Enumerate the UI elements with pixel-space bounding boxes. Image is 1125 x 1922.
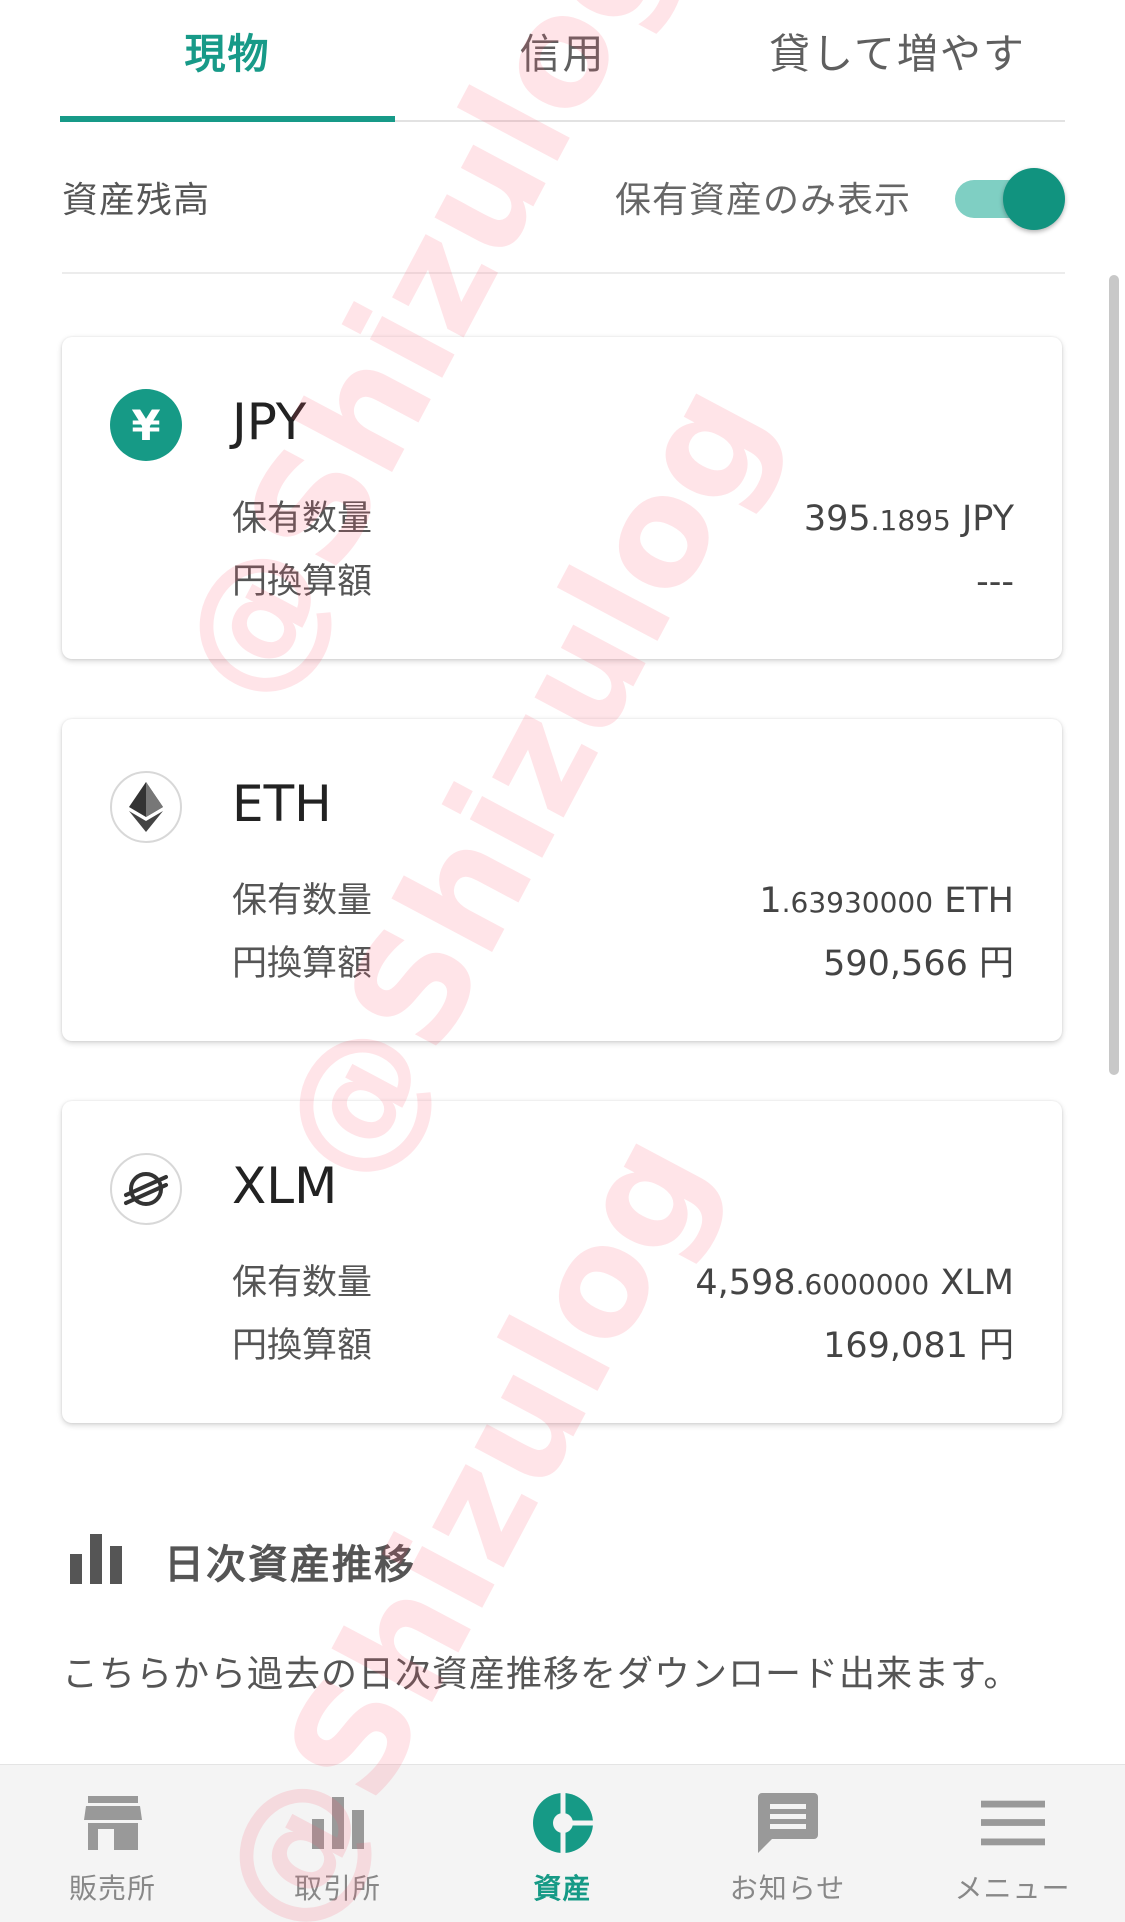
holding-label: 保有数量: [232, 881, 373, 921]
jpy-value-label: 円換算額: [232, 1326, 373, 1366]
holding-unit: ETH: [933, 881, 1014, 921]
yen-icon: ¥: [110, 389, 182, 461]
assets-screen: 現物 信用 貸して増やす 資産残高 保有資産のみ表示 ¥ JPY 保有数量 39…: [0, 0, 1125, 1922]
asset-pie-icon: [531, 1791, 595, 1855]
asset-code: XLM: [232, 1157, 338, 1215]
message-icon: [756, 1791, 820, 1855]
holding-dec: .6000000: [795, 1268, 930, 1301]
nav-label: 販売所: [68, 1872, 156, 1905]
holding-label: 保有数量: [232, 1263, 373, 1303]
menu-icon: [980, 1791, 1045, 1855]
jpy-value: 169,081 円: [823, 1326, 1014, 1366]
ethereum-icon: [110, 771, 182, 843]
asset-code: ETH: [232, 775, 332, 833]
jpy-value: ---: [976, 562, 1014, 602]
jpy-value-label: 円換算額: [232, 562, 373, 602]
bottom-navigation: 販売所 取引所 資産 お知らせ メニュー: [0, 1764, 1125, 1922]
jpy-value-row: 円換算額 ---: [232, 553, 1014, 604]
tab-spot-label: 現物: [184, 30, 271, 78]
holding-unit: XLM: [929, 1263, 1014, 1303]
holding-row: 保有数量 4,598.6000000 XLM: [232, 1254, 1014, 1305]
holding-row: 保有数量 1.63930000 ETH: [232, 872, 1014, 923]
holdings-only-toggle-group: 保有資産のみ表示: [615, 162, 1065, 232]
tab-spot[interactable]: 現物: [60, 0, 395, 122]
nav-item-notices[interactable]: お知らせ: [675, 1765, 900, 1922]
asset-code: JPY: [232, 393, 307, 451]
store-icon: [81, 1791, 145, 1855]
balance-header: 資産残高 保有資産のみ表示: [62, 122, 1065, 274]
holdings-only-label: 保有資産のみ表示: [614, 180, 911, 221]
nav-item-shop[interactable]: 販売所: [0, 1765, 225, 1922]
scrollbar[interactable]: [1109, 275, 1119, 1075]
bar-chart-icon: [70, 1534, 122, 1588]
balance-title: 資産残高: [62, 180, 211, 221]
holding-row: 保有数量 395.1895 JPY: [232, 490, 1014, 541]
holding-dec: .1895: [870, 504, 951, 537]
nav-label: 資産: [533, 1872, 592, 1905]
asset-type-tabs: 現物 信用 貸して増やす: [60, 0, 1065, 122]
daily-asset-title: 日次資産推移: [164, 1542, 416, 1588]
holding-label: 保有数量: [232, 499, 373, 539]
holding-dec: .63930000: [781, 886, 934, 919]
daily-asset-header[interactable]: 日次資産推移: [70, 1532, 416, 1590]
tab-lending[interactable]: 貸して増やす: [730, 0, 1065, 120]
asset-card-eth[interactable]: ETH 保有数量 1.63930000 ETH 円換算額 590,566 円: [62, 719, 1062, 1041]
nav-item-assets[interactable]: 資産: [450, 1765, 675, 1922]
jpy-value-row: 円換算額 590,566 円: [232, 935, 1014, 986]
holding-int: 1: [759, 881, 782, 921]
nav-item-exchange[interactable]: 取引所: [225, 1765, 450, 1922]
daily-asset-description[interactable]: こちらから過去の日次資産推移をダウンロード出来ます。: [62, 1645, 1020, 1697]
stellar-icon: [110, 1153, 182, 1225]
asset-card-jpy[interactable]: ¥ JPY 保有数量 395.1895 JPY 円換算額 ---: [62, 337, 1062, 659]
holding-int: 395: [803, 499, 871, 539]
jpy-value-label: 円換算額: [232, 944, 373, 984]
toggle-knob: [1003, 168, 1065, 230]
nav-label: お知らせ: [729, 1872, 846, 1905]
holding-unit: JPY: [950, 499, 1014, 539]
nav-label: 取引所: [293, 1872, 381, 1905]
asset-card-xlm[interactable]: XLM 保有数量 4,598.6000000 XLM 円換算額 169,081 …: [62, 1101, 1062, 1423]
holding-int: 4,598: [695, 1263, 796, 1303]
nav-label: メニュー: [954, 1872, 1071, 1905]
holding-value: 1.63930000 ETH: [759, 881, 1014, 921]
holding-value: 395.1895 JPY: [804, 499, 1014, 539]
holding-value: 4,598.6000000 XLM: [695, 1263, 1014, 1303]
nav-item-menu[interactable]: メニュー: [900, 1765, 1125, 1922]
jpy-value-row: 円換算額 169,081 円: [232, 1317, 1014, 1368]
jpy-value: 590,566 円: [823, 944, 1014, 984]
holdings-only-toggle[interactable]: [955, 162, 1065, 232]
tab-lending-label: 貸して増やす: [769, 30, 1026, 78]
bar-chart-icon: [306, 1791, 370, 1855]
tab-margin-label: 信用: [519, 30, 606, 78]
tab-margin[interactable]: 信用: [395, 0, 730, 120]
